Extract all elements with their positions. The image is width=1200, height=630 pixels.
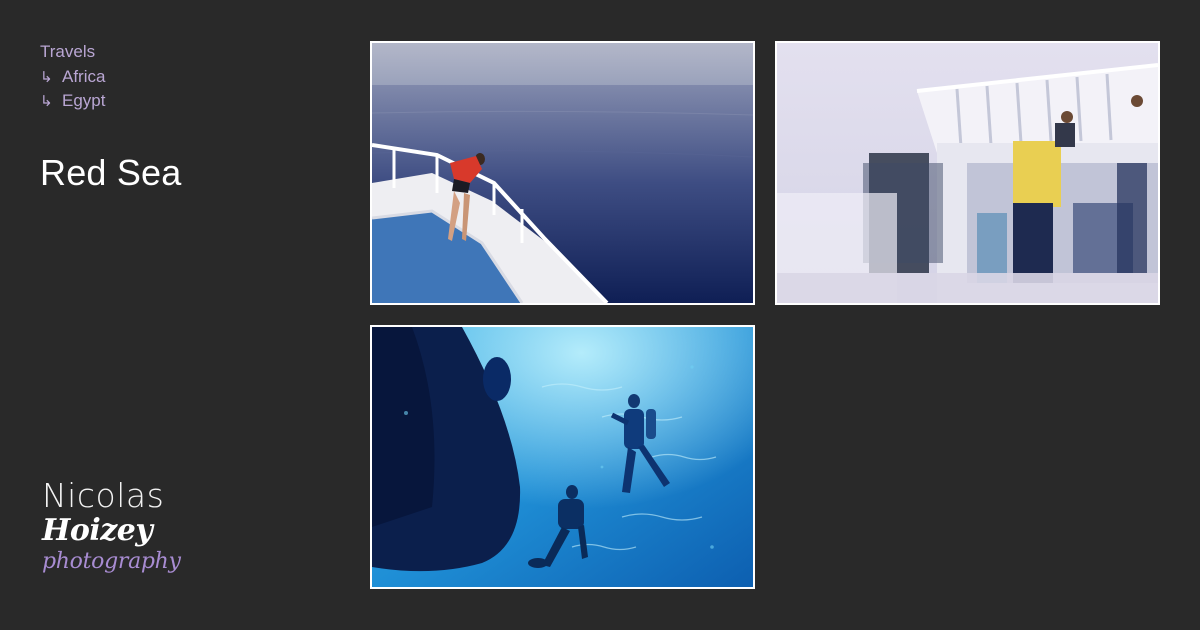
logo-line-first-name: Nicolas <box>42 476 165 515</box>
photo-divers-underwater[interactable] <box>370 325 755 589</box>
breadcrumb-item-egypt[interactable]: ↳ Egypt <box>40 89 340 114</box>
breadcrumb-item-africa[interactable]: ↳ Africa <box>40 65 340 90</box>
photo-divers-on-boat-deck[interactable] <box>775 41 1160 305</box>
corner-arrow-icon: ↳ <box>40 67 53 86</box>
photo-image <box>372 43 753 303</box>
breadcrumb-item-travels[interactable]: Travels <box>40 40 340 65</box>
page-title: Red Sea <box>40 151 182 193</box>
sidebar: Travels ↳ Africa ↳ Egypt Red Sea Nicolas H… <box>40 40 340 600</box>
breadcrumb-link-africa[interactable]: Africa <box>62 67 105 86</box>
site-logo[interactable]: Nicolas Hoizey photography <box>42 478 202 588</box>
breadcrumb: Travels ↳ Africa ↳ Egypt <box>40 40 340 114</box>
photo-image <box>372 327 753 587</box>
breadcrumb-link-travels[interactable]: Travels <box>40 42 95 61</box>
breadcrumb-link-egypt[interactable]: Egypt <box>62 91 105 110</box>
photo-image <box>777 43 1158 303</box>
logo-line-tagline: photography <box>42 549 181 574</box>
corner-arrow-icon: ↳ <box>40 92 53 110</box>
logo-line-last-name: Hoizey <box>42 513 153 548</box>
photo-woman-on-boat-bow[interactable] <box>370 41 755 305</box>
